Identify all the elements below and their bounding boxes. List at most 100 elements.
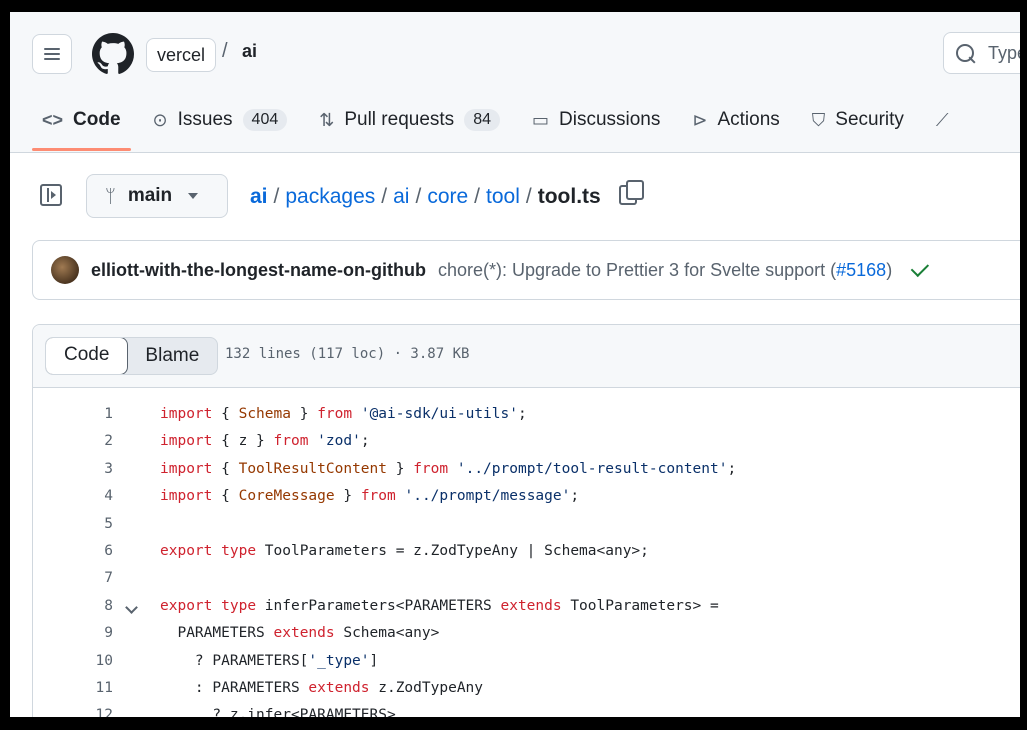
code-line: 4 import { CoreMessage } from '../prompt/… bbox=[33, 483, 1020, 510]
code-line: 12 ? z.infer<PARAMETERS> bbox=[33, 702, 1020, 717]
file-path-breadcrumb: ai / packages / ai / core / tool / tool.ts bbox=[250, 180, 644, 209]
line-number[interactable]: 5 bbox=[73, 511, 113, 538]
triangle-down-icon bbox=[188, 193, 199, 199]
latest-commit-box: elliott-with-the-longest-name-on-github … bbox=[32, 240, 1020, 300]
code-line: 1 import { Schema } from '@ai-sdk/ui-util… bbox=[33, 401, 1020, 428]
commit-message[interactable]: chore(*): Upgrade to Prettier 3 for Svel… bbox=[438, 260, 892, 281]
tab-insights[interactable]: ⟋ bbox=[926, 100, 969, 140]
tab-issues-label: Issues bbox=[177, 109, 233, 130]
branch-selector-button[interactable]: ᛘ main bbox=[86, 174, 228, 218]
tab-discussions[interactable]: ▭ Discussions bbox=[522, 100, 670, 140]
line-number[interactable]: 11 bbox=[73, 675, 113, 702]
code-line: 6 export type ToolParameters = z.ZodTypeA… bbox=[33, 538, 1020, 565]
path-segment-packages[interactable]: packages bbox=[285, 185, 375, 208]
code-text: import { Schema } from '@ai-sdk/ui-utils… bbox=[160, 406, 527, 422]
code-line: 8 export type inferParameters<PARAMETERS … bbox=[33, 593, 1020, 620]
line-number[interactable]: 2 bbox=[73, 428, 113, 455]
issues-count-badge: 404 bbox=[242, 109, 288, 131]
breadcrumb-owner[interactable]: vercel bbox=[146, 38, 217, 72]
code-text: ? PARAMETERS['_type'] bbox=[160, 652, 379, 669]
search-input[interactable]: Type bbox=[943, 32, 1020, 74]
comment-discussion-icon: ▭ bbox=[531, 109, 549, 130]
blame-view-button[interactable]: Blame bbox=[127, 338, 217, 374]
code-text: PARAMETERS extends Schema<any> bbox=[160, 625, 440, 642]
path-separator: / bbox=[415, 185, 422, 208]
path-segment-tool[interactable]: tool bbox=[486, 185, 520, 208]
code-text: import { ToolResultContent } from '../pr… bbox=[160, 460, 737, 477]
tab-security-label: Security bbox=[835, 109, 904, 130]
git-branch-icon: ᛘ bbox=[105, 185, 116, 206]
play-icon: ⊳ bbox=[692, 109, 708, 130]
code-line: 11 : PARAMETERS extends z.ZodTypeAny bbox=[33, 675, 1020, 702]
view-toggle: Code Blame bbox=[45, 337, 219, 375]
path-segment-ai-2[interactable]: ai bbox=[393, 185, 409, 208]
code-line: 5 bbox=[33, 511, 1020, 538]
path-separator: / bbox=[525, 185, 532, 208]
pull-requests-count-badge: 84 bbox=[464, 109, 500, 131]
line-number[interactable]: 12 bbox=[73, 702, 113, 717]
code-lines: 1 import { Schema } from '@ai-sdk/ui-util… bbox=[33, 401, 1020, 717]
tab-security[interactable]: ⛉ Security bbox=[802, 100, 914, 140]
tab-pull-requests[interactable]: ⇅ Pull requests 84 bbox=[309, 100, 510, 140]
code-text: export type ToolParameters = z.ZodTypeAn… bbox=[160, 542, 649, 559]
breadcrumb-separator: / bbox=[222, 40, 228, 62]
line-number[interactable]: 7 bbox=[73, 565, 113, 592]
code-line: 9 PARAMETERS extends Schema<any> bbox=[33, 620, 1020, 647]
file-info: 132 lines (117 loc) · 3.87 KB bbox=[225, 346, 470, 362]
line-number[interactable]: 10 bbox=[73, 648, 113, 675]
code-viewer-toolbar: Code Blame 132 lines (117 loc) · 3.87 KB bbox=[33, 325, 1020, 388]
path-segment-ai[interactable]: ai bbox=[250, 185, 268, 208]
code-line: 7 bbox=[33, 565, 1020, 592]
fold-chevron-icon[interactable] bbox=[125, 600, 138, 614]
graph-icon: ⟋ bbox=[935, 109, 949, 130]
tab-actions-label: Actions bbox=[717, 109, 780, 130]
path-separator: / bbox=[381, 185, 388, 208]
shield-icon: ⛉ bbox=[811, 109, 826, 130]
search-placeholder: Type bbox=[988, 42, 1020, 63]
copy-icon[interactable] bbox=[618, 180, 644, 205]
branch-name: main bbox=[127, 185, 173, 206]
code-text: : PARAMETERS extends z.ZodTypeAny bbox=[160, 679, 484, 696]
line-number[interactable]: 6 bbox=[73, 538, 113, 565]
check-icon[interactable] bbox=[910, 258, 930, 278]
code-line: 10 ? PARAMETERS['_type'] bbox=[33, 648, 1020, 675]
line-number[interactable]: 4 bbox=[73, 483, 113, 510]
breadcrumb-repo[interactable]: ai bbox=[242, 41, 257, 62]
code-text: import { CoreMessage } from '../prompt/m… bbox=[160, 488, 580, 505]
global-menu-button[interactable] bbox=[32, 34, 72, 74]
tab-actions[interactable]: ⊳ Actions bbox=[682, 100, 789, 140]
code-view-button[interactable]: Code bbox=[46, 338, 129, 374]
tab-code[interactable]: <> Code bbox=[32, 100, 131, 151]
code-text: ? z.infer<PARAMETERS> bbox=[160, 707, 396, 717]
path-segment-core[interactable]: core bbox=[427, 185, 468, 208]
repo-header: vercel / ai Type <> Code ⊙ Issues 404 ⇅ … bbox=[10, 12, 1020, 153]
avatar[interactable] bbox=[51, 256, 79, 284]
commit-message-end: ) bbox=[886, 259, 893, 280]
line-number[interactable]: 1 bbox=[73, 401, 113, 428]
tab-discussions-label: Discussions bbox=[559, 109, 661, 130]
path-separator: / bbox=[273, 185, 280, 208]
code-viewer: Code Blame 132 lines (117 loc) · 3.87 KB… bbox=[32, 324, 1020, 717]
line-number[interactable]: 9 bbox=[73, 620, 113, 647]
path-separator: / bbox=[474, 185, 481, 208]
sidepanel-expand-icon[interactable] bbox=[40, 184, 62, 206]
path-file-name: tool.ts bbox=[537, 185, 601, 208]
tab-pull-requests-label: Pull requests bbox=[344, 109, 455, 130]
commit-author-link[interactable]: elliott-with-the-longest-name-on-github bbox=[91, 260, 426, 281]
commit-pr-link[interactable]: #5168 bbox=[836, 260, 886, 280]
code-line: 3 import { ToolResultContent } from '../p… bbox=[33, 456, 1020, 483]
git-pull-request-icon: ⇅ bbox=[319, 109, 335, 130]
code-line: 2 import { z } from 'zod'; bbox=[33, 428, 1020, 455]
commit-message-text: chore(*): Upgrade to Prettier 3 for Svel… bbox=[437, 259, 837, 280]
search-icon bbox=[956, 44, 974, 62]
repo-nav-tabs: <> Code ⊙ Issues 404 ⇅ Pull requests 84 … bbox=[32, 100, 981, 152]
code-text: import { z } from 'zod'; bbox=[160, 433, 370, 450]
issue-opened-icon: ⊙ bbox=[152, 109, 168, 130]
line-number[interactable]: 8 bbox=[73, 593, 113, 620]
code-icon: <> bbox=[42, 109, 64, 130]
hamburger-icon bbox=[44, 48, 60, 60]
tab-code-label: Code bbox=[73, 109, 121, 130]
github-logo-icon[interactable] bbox=[92, 33, 134, 75]
line-number[interactable]: 3 bbox=[73, 456, 113, 483]
tab-issues[interactable]: ⊙ Issues 404 bbox=[143, 100, 298, 140]
